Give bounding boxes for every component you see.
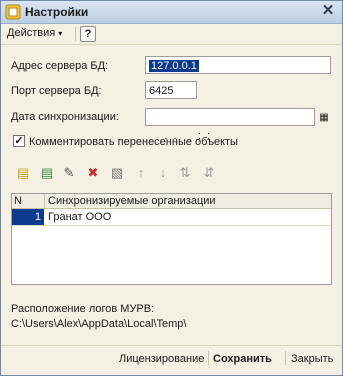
move-up-icon[interactable]: ↑ bbox=[133, 165, 149, 181]
app-icon bbox=[5, 4, 21, 20]
menu-divider bbox=[75, 27, 76, 41]
server-port-label: Порт сервера БД: bbox=[11, 85, 102, 97]
table-row[interactable]: 1 Гранат ООО bbox=[12, 209, 331, 226]
license-button[interactable]: Лицензирование bbox=[119, 353, 204, 365]
column-header-organizations[interactable]: Синхронизируемые организации bbox=[48, 195, 216, 207]
settings-window: Настройки ✕ Действия ▾ ? Адрес сервера БД… bbox=[0, 0, 343, 376]
close-icon[interactable]: ✕ bbox=[320, 3, 336, 19]
sort-asc-icon[interactable]: ⇅ bbox=[177, 165, 193, 181]
actions-menu[interactable]: Действия ▾ bbox=[7, 27, 62, 39]
add-row-icon[interactable]: ▤ bbox=[15, 165, 31, 181]
server-address-label: Адрес сервера БД: bbox=[11, 60, 109, 72]
server-address-value: 127.0.0.1 bbox=[149, 60, 199, 72]
row-number-cell[interactable]: 1 bbox=[12, 209, 44, 225]
title-bar: Настройки ✕ bbox=[1, 1, 342, 24]
move-down-icon[interactable]: ↓ bbox=[155, 165, 171, 181]
logs-location-path: C:\Users\Alex\AppData\Local\Temp\ bbox=[11, 318, 187, 330]
add-copy-icon[interactable]: ▤ bbox=[39, 165, 55, 181]
footer-separator bbox=[285, 351, 286, 365]
sort-desc-icon[interactable]: ⇵ bbox=[201, 165, 217, 181]
delete-icon[interactable]: ✖ bbox=[85, 165, 101, 181]
logs-location-label: Расположение логов МУРВ: bbox=[11, 303, 155, 315]
sync-date-label: Дата синхронизации: bbox=[11, 111, 119, 123]
edit-icon[interactable]: ✎ bbox=[61, 165, 77, 181]
calendar-icon[interactable]: ▦ bbox=[317, 111, 331, 125]
edit-alt-icon[interactable]: ▧ bbox=[109, 165, 125, 181]
comment-checkbox[interactable]: ✓ bbox=[13, 135, 25, 147]
sync-date-input[interactable]: . . : : bbox=[145, 108, 315, 142]
server-port-value: 6425 bbox=[149, 85, 174, 97]
menu-bar: Действия ▾ ? bbox=[1, 24, 342, 45]
row-organization-cell[interactable]: Гранат ООО bbox=[48, 209, 111, 225]
actions-menu-label: Действия bbox=[7, 27, 56, 39]
chevron-down-icon: ▾ bbox=[58, 29, 63, 38]
server-address-input[interactable]: 127.0.0.1 bbox=[145, 56, 331, 74]
save-button[interactable]: Сохранить bbox=[213, 353, 272, 365]
column-header-n[interactable]: N bbox=[14, 195, 22, 207]
help-button[interactable]: ? bbox=[80, 26, 96, 42]
close-button[interactable]: Закрыть bbox=[291, 353, 333, 365]
server-port-input[interactable]: 6425 bbox=[145, 81, 197, 99]
window-title: Настройки bbox=[25, 5, 89, 19]
footer-divider bbox=[1, 345, 342, 346]
column-divider bbox=[44, 194, 45, 208]
footer-separator bbox=[208, 351, 209, 365]
table-header: N Синхронизируемые организации bbox=[12, 194, 331, 209]
comment-checkbox-label: Комментировать перенесенные объекты bbox=[29, 136, 238, 148]
organizations-table[interactable]: N Синхронизируемые организации 1 Гранат … bbox=[11, 193, 332, 285]
